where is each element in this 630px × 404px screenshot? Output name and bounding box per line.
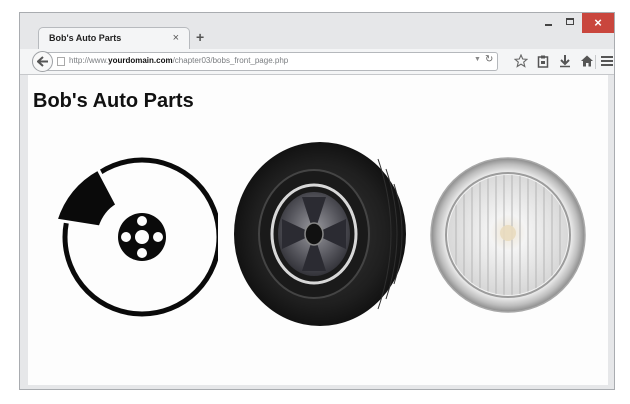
tab-strip: Bob's Auto Parts × + × bbox=[20, 13, 614, 49]
minimize-icon bbox=[545, 24, 552, 26]
close-icon: × bbox=[594, 15, 602, 30]
url-dropdown-icon[interactable]: ▼ bbox=[474, 56, 481, 63]
tab-close-icon[interactable]: × bbox=[173, 31, 179, 45]
browser-window: Bob's Auto Parts × + × http://www.yourdo… bbox=[19, 12, 615, 390]
address-bar[interactable]: http://www.yourdomain.com/chapter03/bobs… bbox=[32, 51, 498, 72]
toolbar-separator bbox=[595, 55, 596, 69]
tab-bobs-auto-parts[interactable]: Bob's Auto Parts × bbox=[38, 27, 190, 49]
page-icon bbox=[57, 57, 65, 66]
reload-icon[interactable]: ↻ bbox=[485, 54, 493, 65]
page-title: Bob's Auto Parts bbox=[33, 90, 194, 112]
headlamp-image bbox=[430, 157, 586, 313]
page-viewport: Bob's Auto Parts bbox=[28, 75, 608, 385]
tyre-image bbox=[234, 142, 406, 326]
menu-icon[interactable] bbox=[600, 54, 614, 68]
star-icon[interactable] bbox=[514, 54, 528, 68]
url-text[interactable]: http://www.yourdomain.com/chapter03/bobs… bbox=[69, 56, 288, 65]
close-window-button[interactable]: × bbox=[582, 13, 614, 33]
download-icon[interactable] bbox=[558, 54, 572, 68]
back-button[interactable] bbox=[32, 51, 53, 72]
clipboard-icon[interactable] bbox=[536, 54, 550, 68]
url-path: /chapter03/bobs_front_page.php bbox=[172, 56, 289, 65]
url-prefix: http://www. bbox=[69, 56, 109, 65]
back-arrow-icon bbox=[37, 56, 48, 67]
home-icon[interactable] bbox=[580, 54, 594, 68]
new-tab-button[interactable]: + bbox=[196, 29, 204, 45]
navigation-bar: http://www.yourdomain.com/chapter03/bobs… bbox=[20, 49, 614, 75]
tab-title: Bob's Auto Parts bbox=[49, 33, 122, 43]
minimize-button[interactable] bbox=[538, 13, 560, 33]
maximize-icon bbox=[566, 18, 574, 25]
maximize-button[interactable] bbox=[560, 13, 582, 33]
url-domain: yourdomain.com bbox=[108, 56, 173, 65]
brake-disc-icon bbox=[54, 157, 218, 317]
